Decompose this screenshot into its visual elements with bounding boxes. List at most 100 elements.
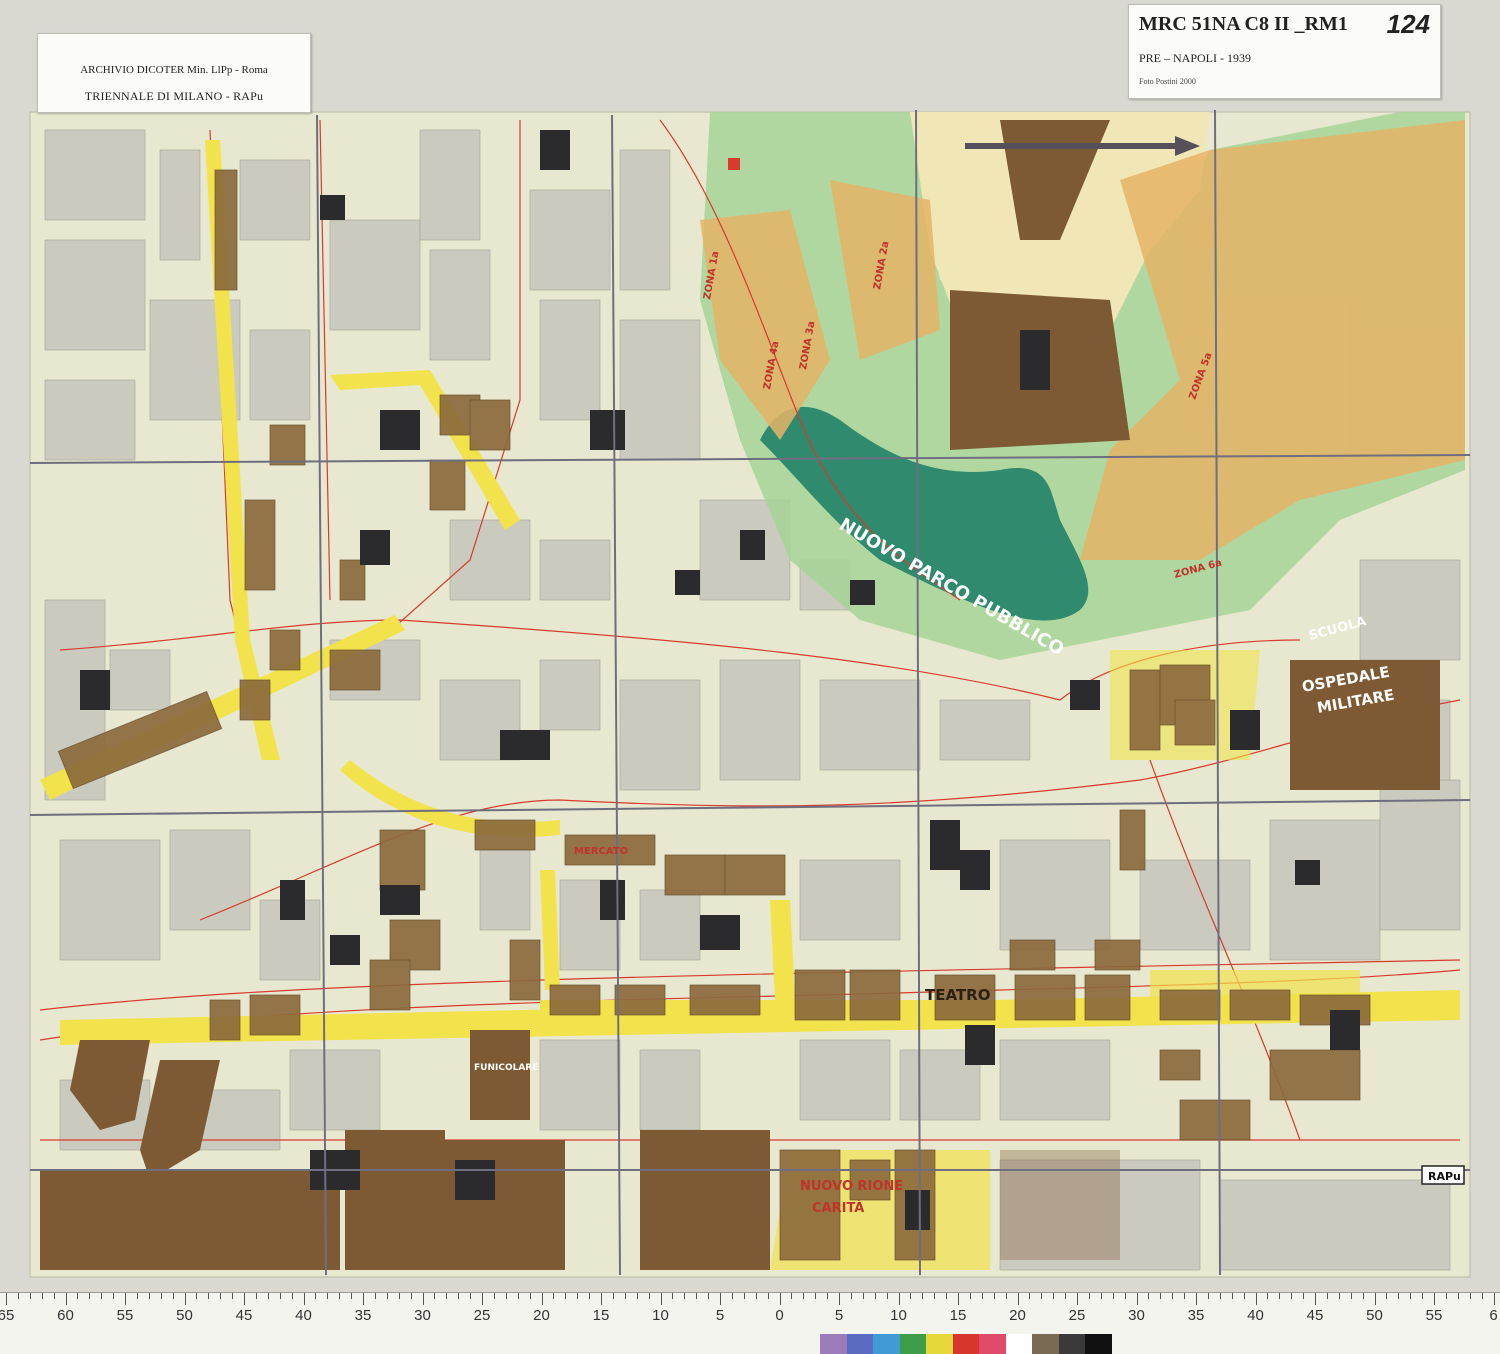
ruler-tick bbox=[1112, 1293, 1114, 1299]
ruler-tick bbox=[601, 1293, 602, 1305]
ruler-tick bbox=[374, 1293, 376, 1299]
photo-credit: Foto Postini 2000 bbox=[1139, 77, 1196, 86]
ruler-tick bbox=[172, 1293, 174, 1299]
ruler-tick-label: 45 bbox=[235, 1307, 253, 1324]
ruler-tick-label: 60 bbox=[57, 1307, 74, 1324]
ruler-tick bbox=[1386, 1293, 1388, 1299]
ruler-tick-label: 25 bbox=[1068, 1307, 1086, 1324]
ruler-tick bbox=[53, 1293, 55, 1299]
color-swatch bbox=[1085, 1334, 1112, 1354]
ruler-tick bbox=[529, 1293, 531, 1299]
ruler-tick bbox=[196, 1293, 198, 1299]
ruler-tick bbox=[505, 1293, 507, 1299]
ruler-tick bbox=[77, 1293, 79, 1299]
ruler-tick bbox=[1207, 1293, 1209, 1299]
ruler-tick bbox=[148, 1293, 150, 1299]
ruler-tick bbox=[589, 1293, 591, 1299]
ruler-tick bbox=[1243, 1293, 1245, 1299]
archive-line: ARCHIVIO DICOTER Min. LlPp - Roma bbox=[80, 64, 268, 76]
ruler-tick bbox=[1445, 1293, 1447, 1299]
ruler-tick bbox=[1100, 1293, 1102, 1299]
ruler-tick bbox=[482, 1293, 483, 1305]
ruler-tick bbox=[65, 1293, 67, 1305]
ruler-tick bbox=[1148, 1293, 1150, 1299]
catalog-number: 124 bbox=[1386, 9, 1430, 39]
color-swatch bbox=[846, 1334, 874, 1354]
ruler-tick bbox=[410, 1293, 412, 1299]
ruler-tick bbox=[1124, 1293, 1126, 1299]
ruler-tick bbox=[1017, 1293, 1019, 1305]
ruler-tick-label: 20 bbox=[1009, 1307, 1026, 1324]
ruler-tick bbox=[315, 1293, 317, 1299]
ruler-tick bbox=[958, 1293, 959, 1305]
ruler-tick bbox=[398, 1293, 400, 1299]
ruler-tick bbox=[696, 1293, 698, 1299]
ruler-tick bbox=[1374, 1293, 1376, 1305]
red-marker bbox=[728, 158, 740, 170]
ruler-tick bbox=[17, 1293, 19, 1299]
ruler-tick bbox=[434, 1293, 436, 1299]
ruler-tick bbox=[493, 1293, 495, 1299]
ruler-tick bbox=[981, 1293, 983, 1299]
color-swatch bbox=[899, 1334, 927, 1354]
ruler-tick bbox=[1434, 1293, 1435, 1305]
ruler-tick-label: 6 bbox=[1489, 1307, 1498, 1324]
ruler-tick-label: 30 bbox=[414, 1307, 431, 1324]
ruler-tick bbox=[339, 1293, 341, 1299]
ruler-tick-label: 40 bbox=[1247, 1307, 1264, 1324]
ruler-tick bbox=[1398, 1293, 1400, 1299]
ruler-tick bbox=[624, 1293, 626, 1299]
ruler-tick bbox=[113, 1293, 115, 1299]
color-swatch bbox=[820, 1334, 847, 1354]
label-rione-2: CARITÀ bbox=[812, 1200, 864, 1216]
ruler-tick bbox=[517, 1293, 519, 1299]
city-plan-map: NUOVO PARCO PUBBLICO OSPEDALE MILITARE S… bbox=[29, 109, 1471, 1278]
ruler-tick bbox=[708, 1293, 710, 1299]
ruler-tick bbox=[303, 1293, 305, 1305]
ruler-tick bbox=[553, 1293, 555, 1299]
ruler-tick bbox=[1493, 1293, 1495, 1305]
ruler-tick bbox=[1219, 1293, 1221, 1299]
ruler-tick bbox=[803, 1293, 805, 1299]
ruler-tick bbox=[1172, 1293, 1174, 1299]
ruler-tick-label: 5 bbox=[715, 1307, 725, 1324]
ruler-tick bbox=[89, 1293, 91, 1299]
ruler-tick bbox=[1303, 1293, 1305, 1299]
ruler-tick bbox=[815, 1293, 817, 1299]
color-swatch bbox=[1005, 1334, 1033, 1354]
ruler-tick bbox=[743, 1293, 745, 1299]
color-swatch bbox=[1058, 1334, 1086, 1354]
ruler-tick-label: 50 bbox=[176, 1307, 193, 1324]
ruler-tick bbox=[791, 1293, 793, 1299]
color-swatch bbox=[873, 1334, 900, 1354]
ruler-tick bbox=[672, 1293, 674, 1299]
ruler-tick bbox=[160, 1293, 162, 1299]
ruler-tick bbox=[1077, 1293, 1078, 1305]
ruler-tick bbox=[1422, 1293, 1424, 1299]
label-rione-1: NUOVO RIONE bbox=[800, 1179, 903, 1194]
catalog-subtitle: PRE – NAPOLI - 1939 bbox=[1139, 51, 1252, 65]
ruler-tick bbox=[470, 1293, 472, 1299]
ruler-tick-label: 0 bbox=[775, 1307, 784, 1324]
color-swatch bbox=[952, 1334, 980, 1354]
exhibition-line: TRIENNALE DI MILANO - RAPu bbox=[84, 89, 264, 103]
ruler-tick bbox=[351, 1293, 353, 1299]
ruler-tick bbox=[101, 1293, 103, 1299]
color-swatch bbox=[979, 1334, 1006, 1354]
ruler-tick bbox=[886, 1293, 888, 1299]
ruler-tick bbox=[1029, 1293, 1031, 1299]
ruler-tick bbox=[755, 1293, 757, 1299]
ruler-tick bbox=[1255, 1293, 1257, 1305]
ruler-tick-label: 50 bbox=[1366, 1307, 1383, 1324]
ruler-tick bbox=[422, 1293, 424, 1305]
ruler-tick bbox=[779, 1293, 781, 1305]
ruler-tick bbox=[220, 1293, 222, 1299]
ruler-tick bbox=[1196, 1293, 1197, 1305]
ruler-tick-label: 10 bbox=[890, 1307, 907, 1324]
ruler-tick bbox=[874, 1293, 876, 1299]
ruler-tick-label: 45 bbox=[1306, 1307, 1324, 1324]
ruler-tick bbox=[993, 1293, 995, 1299]
ruler-tick bbox=[684, 1293, 686, 1299]
ruler-tick bbox=[1184, 1293, 1186, 1299]
ruler-tick bbox=[279, 1293, 281, 1299]
